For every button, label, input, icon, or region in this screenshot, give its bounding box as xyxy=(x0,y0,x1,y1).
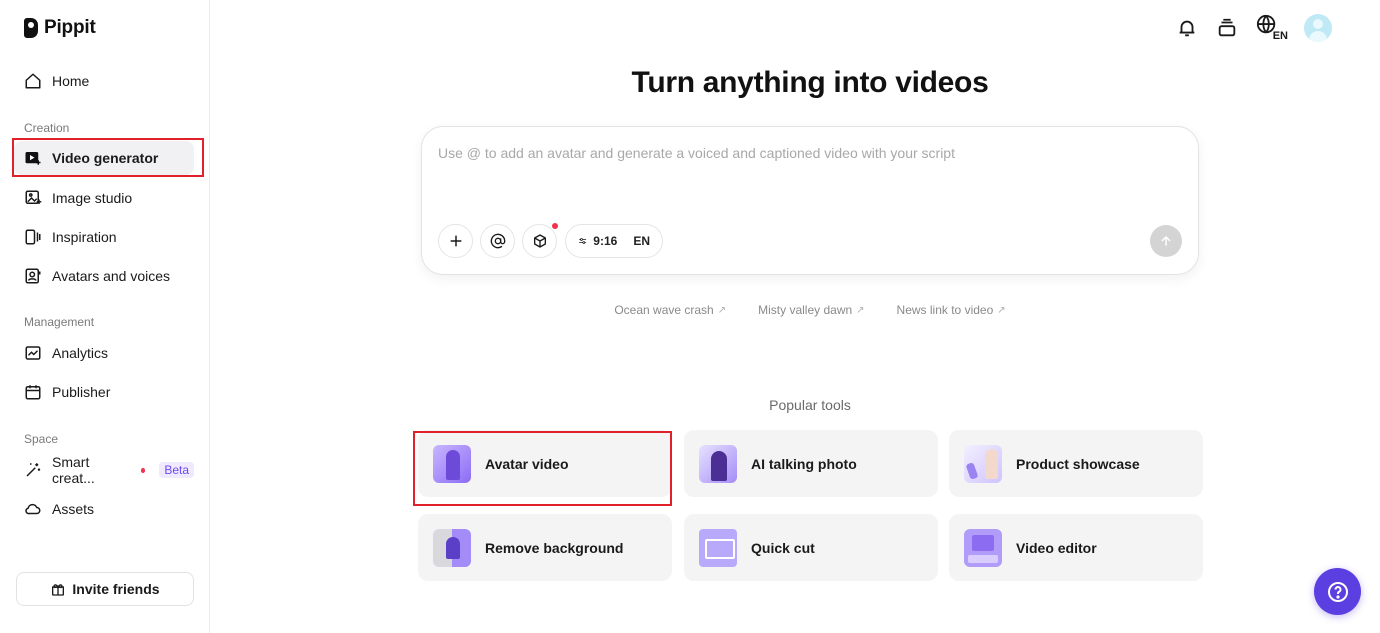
sidebar-item-label: Analytics xyxy=(52,345,109,361)
prompt-suggestions: Ocean wave crash ↗ Misty valley dawn ↗ New… xyxy=(420,303,1200,317)
ai-talking-photo-thumbnail xyxy=(699,444,737,483)
inspiration-icon xyxy=(25,229,41,245)
cloud-icon xyxy=(25,503,41,515)
beta-badge: Beta xyxy=(159,462,194,478)
sidebar: Pippit Home Creation Video generator Ima… xyxy=(0,0,210,633)
tool-label: Avatar video xyxy=(485,455,569,472)
sidebar-item-inspiration[interactable]: Inspiration xyxy=(14,220,194,254)
sliders-icon xyxy=(579,238,587,244)
prompt-box: 9:16 EN xyxy=(421,126,1199,275)
tool-label: AI talking photo xyxy=(751,455,857,472)
avatar-icon xyxy=(25,268,41,284)
section-label-creation: Creation xyxy=(24,121,70,135)
tool-product-showcase[interactable]: Product showcase xyxy=(949,430,1203,497)
tool-label: Video editor xyxy=(1016,539,1097,556)
sidebar-item-image-studio[interactable]: Image studio xyxy=(14,181,194,215)
language-switcher[interactable]: EN xyxy=(1256,14,1288,42)
tool-avatar-video[interactable]: Avatar video xyxy=(418,430,672,497)
magic-wand-icon xyxy=(26,463,41,477)
tool-ai-talking-photo[interactable]: AI talking photo xyxy=(684,430,938,497)
quick-cut-thumbnail xyxy=(699,528,737,567)
language-code: EN xyxy=(1272,30,1288,42)
sidebar-item-publisher[interactable]: Publisher xyxy=(14,375,194,409)
tool-video-editor[interactable]: Video editor xyxy=(949,514,1203,581)
sidebar-item-label: Assets xyxy=(52,501,95,517)
add-button[interactable] xyxy=(438,224,473,258)
mention-button[interactable] xyxy=(480,224,515,258)
sidebar-item-video-generator[interactable]: Video generator xyxy=(14,141,194,175)
send-button[interactable] xyxy=(1150,225,1182,257)
arrow-up-right-icon: ↗ xyxy=(717,304,727,316)
gift-icon xyxy=(52,584,65,596)
avatar-video-thumbnail xyxy=(433,444,471,483)
section-label-space: Space xyxy=(24,432,59,446)
sidebar-item-label: Video generator xyxy=(52,150,159,166)
tool-label: Remove background xyxy=(485,539,624,556)
tool-label: Quick cut xyxy=(751,539,815,556)
invite-friends-label: Invite friends xyxy=(72,581,160,597)
new-dot-indicator xyxy=(140,467,146,473)
tool-remove-background[interactable]: Remove background xyxy=(418,514,672,581)
pippit-logo-icon xyxy=(24,18,38,38)
sidebar-item-assets[interactable]: Assets xyxy=(14,492,194,526)
page-title: Turn anything into videos xyxy=(631,66,989,99)
aspect-ratio-value: 9:16 xyxy=(593,234,618,248)
layers-icon[interactable] xyxy=(1216,17,1238,39)
topbar: EN xyxy=(1176,14,1332,42)
user-avatar[interactable] xyxy=(1304,14,1332,42)
sidebar-item-label: Home xyxy=(52,73,90,89)
suggestion-chip[interactable]: Misty valley dawn ↗ xyxy=(758,303,864,317)
arrow-up-icon xyxy=(1161,235,1171,246)
analytics-icon xyxy=(25,346,41,360)
sidebar-item-home[interactable]: Home xyxy=(14,64,194,98)
sidebar-item-smart-creation[interactable]: Smart creat... Beta xyxy=(14,453,194,487)
invite-friends-button[interactable]: Invite friends xyxy=(16,572,194,606)
arrow-up-right-icon: ↗ xyxy=(856,304,865,316)
sidebar-item-label: Image studio xyxy=(52,190,133,206)
app-root: Pippit Home Creation Video generator Ima… xyxy=(0,0,1380,633)
cube-icon xyxy=(533,234,546,248)
model-button[interactable] xyxy=(522,223,558,258)
video-language-value: EN xyxy=(633,234,650,248)
tool-quick-cut[interactable]: Quick cut xyxy=(684,514,938,581)
video-generator-icon xyxy=(25,152,41,165)
bell-icon[interactable] xyxy=(1176,17,1198,39)
logo[interactable]: Pippit xyxy=(24,17,96,39)
question-icon xyxy=(1327,581,1348,602)
arrow-up-right-icon: ↗ xyxy=(997,304,1006,316)
sidebar-item-label: Avatars and voices xyxy=(52,268,171,284)
sidebar-item-label: Smart creat... xyxy=(52,454,95,486)
section-label-management: Management xyxy=(24,315,95,329)
popular-tools-heading: Popular tools xyxy=(769,397,851,413)
product-showcase-thumbnail xyxy=(964,444,1002,483)
sidebar-item-label: Inspiration xyxy=(52,229,117,245)
suggestion-chip[interactable]: Ocean wave crash ↗ xyxy=(614,303,726,317)
notification-dot xyxy=(552,223,558,229)
sidebar-item-label: Publisher xyxy=(52,384,111,400)
home-icon xyxy=(25,73,41,89)
remove-background-thumbnail xyxy=(433,528,471,567)
prompt-input[interactable] xyxy=(438,145,1178,161)
video-editor-thumbnail xyxy=(964,528,1002,567)
calendar-icon xyxy=(25,385,41,400)
sidebar-item-analytics[interactable]: Analytics xyxy=(14,336,194,370)
video-settings-button[interactable]: 9:16 EN xyxy=(565,224,663,258)
suggestion-chip[interactable]: News link to video ↗ xyxy=(897,303,1006,317)
tool-label: Product showcase xyxy=(1016,455,1140,472)
image-studio-icon xyxy=(25,190,42,204)
plus-icon xyxy=(450,235,461,247)
at-sign-icon xyxy=(490,233,505,249)
help-button[interactable] xyxy=(1314,568,1361,615)
logo-text: Pippit xyxy=(44,17,96,38)
sidebar-item-avatars-and-voices[interactable]: Avatars and voices xyxy=(14,259,194,293)
